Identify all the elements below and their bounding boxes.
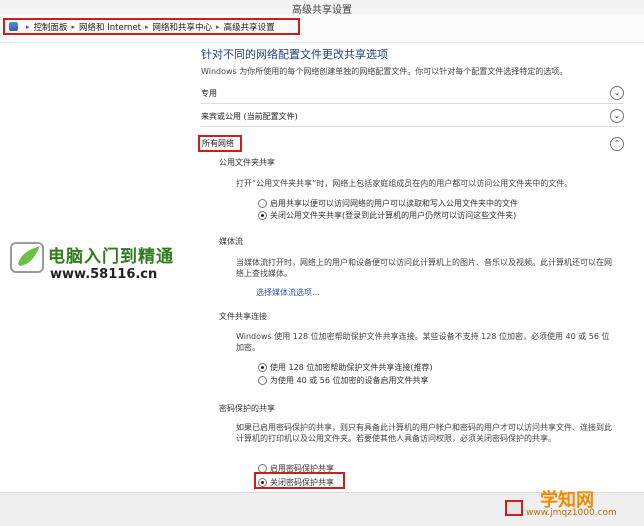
public-folder-enable-radio[interactable]: 启用共享以便可以访问网络的用户可以读取和写入公用文件夹中的文件 [258, 198, 518, 209]
radio-label: 关闭公用文件夹共享(登录到此计算机的用户仍然可以访问这些文件夹) [270, 211, 517, 220]
breadcrumb-item-network-center[interactable]: 网络和共享中心 [153, 21, 213, 33]
media-options-link[interactable]: 选择媒体流选项... [256, 287, 320, 298]
breadcrumb-item-control-panel[interactable]: 控制面板 [34, 21, 68, 33]
radio-selected-icon [258, 211, 267, 220]
radio-circle-icon [258, 199, 267, 208]
brand-logo-icon [10, 242, 44, 273]
file-sharing-heading: 文件共享连接 [219, 312, 267, 321]
public-folder-disable-radio[interactable]: 关闭公用文件夹共享(登录到此计算机的用户仍然可以访问这些文件夹) [258, 210, 516, 221]
profile-all-networks-label[interactable]: 所有网络 [198, 135, 242, 152]
radio-circle-icon [258, 376, 267, 385]
breadcrumb[interactable]: ▸ 控制面板 ▸ 网络和 Internet ▸ 网络和共享中心 ▸ 高级共享设置 [3, 18, 300, 35]
file-sharing-desc: Windows 使用 128 位加密帮助保护文件共享连接。某些设备不支持 128… [236, 332, 610, 352]
public-folder-heading: 公用文件夹共享 [219, 158, 275, 167]
save-button[interactable] [505, 500, 523, 516]
page-intro: Windows 为你所使用的每个网络创建单独的网络配置文件。你可以针对每个配置文… [201, 67, 568, 76]
brand-name: 电脑入门到精通 [48, 247, 174, 267]
control-panel-icon [9, 22, 18, 31]
password-disable-radio[interactable]: 关闭密码保护共享 [258, 477, 334, 488]
site-watermark-url: www.jmqz1000.com [526, 508, 617, 518]
radio-selected-icon [258, 363, 267, 372]
breadcrumb-item-network-internet[interactable]: 网络和 Internet [79, 21, 141, 33]
public-folder-desc: 打开“公用文件夹共享”时，网络上包括家庭组成员在内的用户都可以访问公用文件夹中的… [236, 179, 573, 188]
breadcrumb-item-advanced-sharing[interactable]: 高级共享设置 [224, 21, 275, 33]
encryption-40-56-radio[interactable]: 为使用 40 或 56 位加密的设备启用文件共享 [258, 375, 429, 386]
profile-private-label[interactable]: 专用 [201, 88, 217, 99]
divider [201, 103, 624, 104]
profile-guest-label[interactable]: 来宾或公用 (当前配置文件) [201, 111, 298, 122]
brand-url: www.58116.cn [50, 267, 158, 282]
radio-selected-icon [258, 478, 267, 487]
media-desc: 当媒体流打开时，网络上的用户和设备便可以访问此计算机上的图片、音乐以及视频。此计… [236, 258, 612, 278]
collapse-all-networks-chevron-icon[interactable]: ⌃ [610, 137, 624, 151]
expand-guest-chevron-icon[interactable]: ⌄ [610, 109, 624, 123]
media-heading: 媒体流 [219, 237, 243, 246]
chevron-right-icon: ▸ [216, 22, 220, 31]
chevron-right-icon: ▸ [71, 22, 76, 31]
chevron-right-icon: ▸ [26, 22, 30, 31]
radio-label: 为使用 40 或 56 位加密的设备启用文件共享 [270, 376, 429, 385]
password-heading: 密码保护的共享 [219, 404, 275, 413]
password-desc: 如果已启用密码保护的共享，则只有具备此计算机的用户帐户和密码的用户才可以访问共享… [236, 423, 612, 443]
chevron-right-icon: ▸ [145, 22, 149, 31]
radio-label: 使用 128 位加密帮助保护文件共享连接(推荐) [270, 363, 433, 372]
page-heading: 针对不同的网络配置文件更改共享选项 [201, 48, 388, 61]
divider [201, 126, 624, 127]
radio-label: 关闭密码保护共享 [270, 478, 334, 487]
radio-label: 启用共享以便可以访问网络的用户可以读取和写入公用文件夹中的文件 [270, 199, 518, 208]
encryption-128-radio[interactable]: 使用 128 位加密帮助保护文件共享连接(推荐) [258, 362, 433, 373]
expand-private-chevron-icon[interactable]: ⌄ [610, 86, 624, 100]
